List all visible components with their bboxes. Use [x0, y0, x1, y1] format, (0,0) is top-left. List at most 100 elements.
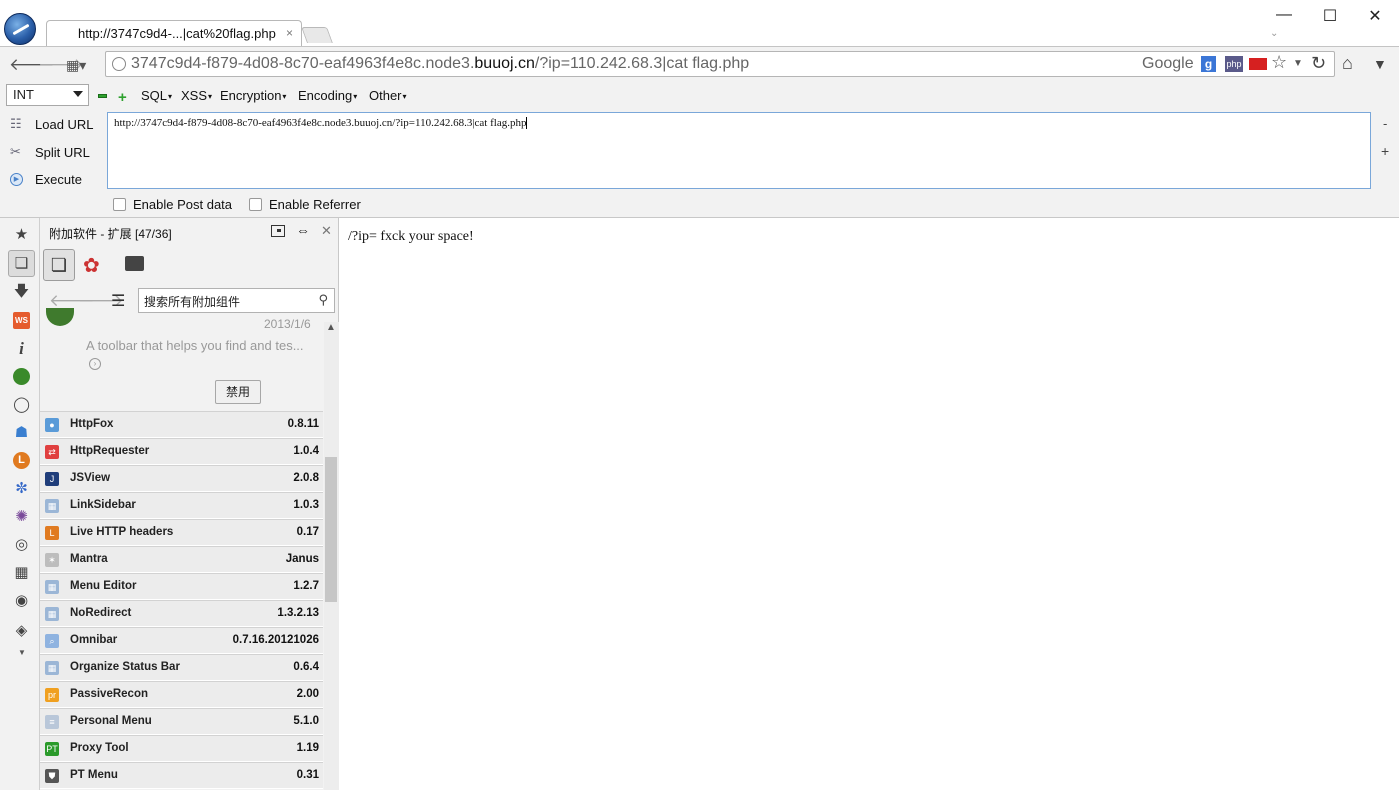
new-tab-button[interactable]	[301, 27, 333, 43]
addon-row[interactable]: PT Proxy Tool 1.19	[40, 735, 323, 762]
scroll-up-icon[interactable]: ▲	[326, 322, 336, 333]
sidebar-scrollbar[interactable]: ▲	[324, 322, 339, 790]
spiral-icon[interactable]: ✼	[13, 480, 30, 497]
tab-title: http://3747c9d4-...|cat%20flag.php	[78, 26, 276, 41]
home-icon[interactable]: ⌂	[1342, 53, 1353, 74]
tab-list-chevron-icon[interactable]: ⌄	[1270, 28, 1278, 39]
firebug-icon[interactable]: L	[13, 452, 30, 469]
php-icon[interactable]: php	[1225, 56, 1243, 72]
addon-row[interactable]: ▦ NoRedirect 1.3.2.13	[40, 600, 323, 627]
grow-textarea-button[interactable]: +	[1381, 143, 1389, 159]
open-in-window-icon[interactable]	[271, 225, 285, 237]
hackbar-url-textarea[interactable]: http://3747c9d4-f879-4d08-8c70-eaf4963f4…	[107, 112, 1371, 189]
globe-icon	[112, 57, 126, 71]
glasses-icon[interactable]: ◯	[13, 396, 30, 413]
grid-menu-icon[interactable]: ▦▾	[66, 57, 86, 74]
ws-icon[interactable]: WS	[13, 312, 30, 329]
addon-search-input[interactable]: 搜索所有附加组件 ⚲	[138, 288, 335, 313]
type-select[interactable]: INT	[6, 84, 89, 106]
category-extensions-icon[interactable]: ❏	[43, 249, 75, 281]
play-icon: ▶	[10, 173, 23, 186]
menu-sql[interactable]: SQL	[141, 88, 172, 103]
addon-row[interactable]: ▦ LinkSidebar 1.0.3	[40, 492, 323, 519]
search-engine-label[interactable]: Google	[1142, 55, 1194, 73]
swap-side-icon[interactable]: ⇔	[296, 222, 310, 238]
browser-logo-icon[interactable]	[4, 13, 36, 45]
address-bar[interactable]: 3747c9d4-f879-4d08-8c70-eaf4963f4e8c.nod…	[105, 51, 1335, 77]
disable-button[interactable]: 禁用	[215, 380, 261, 404]
tag-icon[interactable]: ◈	[13, 622, 30, 639]
category-themes-icon[interactable]: ✿	[83, 253, 100, 278]
addon-icon: ✶	[45, 553, 59, 567]
addon-icon: pr	[45, 688, 59, 702]
tab-active[interactable]: http://3747c9d4-...|cat%20flag.php ×	[46, 20, 302, 46]
addon-row[interactable]: ⌕ Omnibar 0.7.16.20121026	[40, 627, 323, 654]
close-window-button[interactable]: ✕	[1355, 6, 1395, 26]
maximize-button[interactable]: ☐	[1310, 6, 1350, 26]
sidebar-close-icon[interactable]: ✕	[321, 223, 332, 239]
addons-icon[interactable]: ❏	[8, 250, 35, 277]
bookmark-star-icon[interactable]: ☆	[1271, 52, 1287, 73]
search-icon[interactable]: ⚲	[318, 292, 328, 308]
palette-icon[interactable]: ◎	[13, 536, 30, 553]
addon-row[interactable]: ✶ Mantra Janus	[40, 546, 323, 573]
inspector-icon[interactable]: ☗	[13, 424, 30, 441]
menu-encryption[interactable]: Encryption	[220, 88, 286, 103]
addon-row[interactable]: L Live HTTP headers 0.17	[40, 519, 323, 546]
addon-row[interactable]: ● HttpFox 0.8.11	[40, 411, 323, 438]
enable-referrer-checkbox[interactable]: Enable Referrer	[249, 197, 361, 212]
addon-row[interactable]: ▦ Organize Status Bar 0.6.4	[40, 654, 323, 681]
star-icon[interactable]: ★	[13, 226, 30, 243]
green-globe-icon[interactable]	[13, 368, 30, 385]
addon-row[interactable]: pr PassiveRecon 2.00	[40, 681, 323, 708]
virus-icon[interactable]: ✺	[13, 508, 30, 525]
addon-version: 2.0.8	[293, 472, 319, 484]
addon-icon: ⛊	[45, 769, 59, 783]
plus-icon[interactable]: +	[118, 89, 127, 106]
reload-icon[interactable]: ↻	[1311, 53, 1326, 74]
addon-name: Omnibar	[70, 634, 118, 646]
addon-name: HttpRequester	[70, 445, 150, 457]
menu-other[interactable]: Other	[369, 88, 407, 103]
info-icon[interactable]: i	[13, 340, 30, 357]
china-flag-icon[interactable]	[1249, 58, 1267, 70]
addon-name: Mantra	[70, 553, 108, 565]
addon-icon: ▦	[45, 580, 59, 594]
addon-icon: ▦	[45, 661, 59, 675]
minimize-button[interactable]: —	[1264, 6, 1304, 24]
menu-encoding[interactable]: Encoding	[298, 88, 357, 103]
addon-row[interactable]: ⇄ HttpRequester 1.0.4	[40, 438, 323, 465]
minus-icon[interactable]	[98, 94, 107, 98]
grid-icon[interactable]: ▦	[13, 564, 30, 581]
addon-row[interactable]: J JSView 2.0.8	[40, 465, 323, 492]
list-menu-icon[interactable]: ☰	[111, 291, 125, 311]
title-bar: http://3747c9d4-...|cat%20flag.php × — ☐…	[0, 0, 1399, 46]
scrollbar-thumb[interactable]	[325, 457, 337, 602]
dropdown-arrow-icon[interactable]: ▼	[1293, 58, 1303, 69]
scissors-icon: ✂	[10, 144, 21, 159]
addon-row[interactable]: ▦ Menu Editor 1.2.7	[40, 573, 323, 600]
menu-xss[interactable]: XSS	[181, 88, 212, 103]
shrink-textarea-button[interactable]: -	[1383, 116, 1387, 131]
addon-icon: ⌕	[45, 634, 59, 648]
overflow-menu-icon[interactable]: ▼	[1373, 56, 1387, 72]
download-icon[interactable]: 🡇	[13, 283, 30, 300]
earth-icon[interactable]: ◉	[13, 592, 30, 609]
addon-version: 1.2.7	[293, 580, 319, 592]
response-text: /?ip= fxck your space!	[348, 229, 474, 244]
google-g-icon[interactable]: g	[1201, 56, 1216, 72]
hackbar-toolbar: INT + SQL XSS Encryption Encoding Other …	[0, 81, 1399, 218]
tab-close-icon[interactable]: ×	[286, 26, 293, 40]
addon-version: 1.0.3	[293, 499, 319, 511]
addon-avatar-icon	[46, 308, 74, 326]
category-plugins-icon[interactable]	[125, 256, 144, 271]
expanded-addon-item[interactable]: 2013/1/6 A toolbar that helps you find a…	[40, 308, 323, 409]
address-text[interactable]: 3747c9d4-f879-4d08-8c70-eaf4963f4e8c.nod…	[131, 55, 749, 73]
more-chevron-icon[interactable]: ▼	[18, 648, 26, 657]
more-info-icon[interactable]: ›	[89, 358, 101, 370]
addon-name: Proxy Tool	[70, 742, 129, 754]
addon-row[interactable]: ≡ Personal Menu 5.1.0	[40, 708, 323, 735]
enable-post-checkbox[interactable]: Enable Post data	[113, 197, 232, 212]
addon-row[interactable]: ⛊ PT Menu 0.31	[40, 762, 323, 789]
navigation-bar: 🡐 🡒 ▦▾ 3747c9d4-f879-4d08-8c70-eaf4963f4…	[0, 46, 1399, 81]
